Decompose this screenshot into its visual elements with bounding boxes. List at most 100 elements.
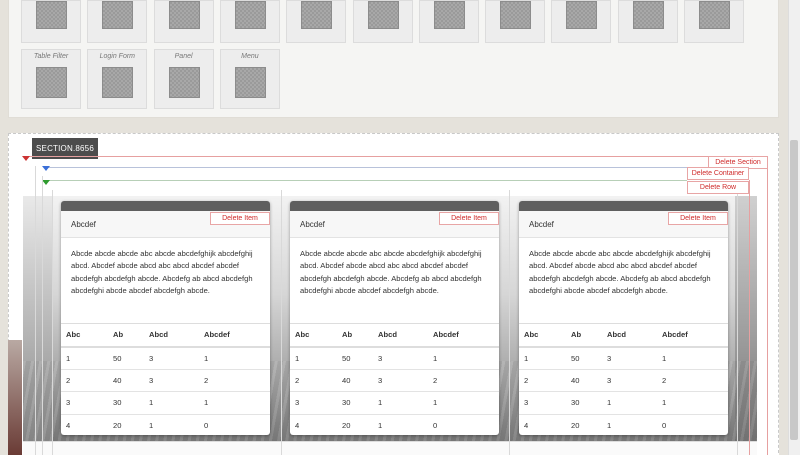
table-cell: 1 [428, 346, 499, 370]
palette-tile[interactable] [153, 0, 214, 43]
table-cell: 20 [337, 414, 373, 435]
palette-tile[interactable] [87, 0, 148, 43]
palette-tile-label: Panel [174, 53, 193, 60]
scrollbar[interactable] [788, 0, 800, 455]
table-row: 2 40 3 2 [290, 369, 499, 392]
table-cell: 3 [144, 346, 199, 370]
table-cell: 1 [657, 346, 728, 370]
table-row: 2 40 3 2 [61, 369, 270, 392]
table-cell: 0 [657, 414, 728, 435]
palette-tile[interactable] [551, 0, 612, 43]
card-body-text: Abcde abcde abcde abc abcde abcdefghijk … [71, 249, 253, 296]
table-cell: 1 [144, 414, 199, 435]
table-header-cell: Abc [519, 323, 566, 348]
table-cell: 30 [337, 391, 373, 415]
scrollbar-thumb[interactable] [790, 140, 798, 440]
component-thumbnail-icon [632, 1, 664, 29]
component-thumbnail-icon [234, 67, 266, 98]
table-cell: 1 [290, 346, 337, 370]
component-thumbnail-icon [699, 1, 730, 29]
palette-tile[interactable] [219, 0, 280, 43]
component-thumbnail-icon [102, 67, 134, 98]
component-thumbnail-icon [36, 1, 67, 29]
background-image-right-edge [735, 196, 757, 441]
table-row: 4 20 1 0 [290, 414, 499, 435]
table-cell: 3 [373, 369, 428, 392]
table-header-cell: Abcd [144, 323, 199, 348]
section-edge-decoration [8, 340, 22, 455]
palette-tile-label: Login Form [99, 53, 135, 60]
card-table: Abc Ab Abcd Abcdef 1 50 3 1 2 40 3 2 3 30 1 1 4 20 1 0 [290, 323, 499, 435]
table-header-cell: Abcd [602, 323, 657, 348]
table-row: 1 50 3 1 [290, 346, 499, 370]
component-thumbnail-icon [102, 1, 134, 29]
component-thumbnail-icon [36, 67, 67, 98]
table-cell: 1 [373, 414, 428, 435]
card-body-text: Abcde abcde abcde abc abcde abcdefghijk … [529, 249, 711, 296]
table-cell: 40 [108, 369, 144, 392]
table-cell: 20 [566, 414, 602, 435]
table-header-row: Abc Ab Abcd Abcdef [61, 323, 270, 348]
delete-item-button[interactable]: Delete Item [210, 212, 270, 225]
palette-tile[interactable] [286, 0, 347, 43]
palette-tile[interactable] [485, 0, 546, 43]
palette-tile[interactable]: Login Form [87, 49, 148, 109]
table-cell: 40 [566, 369, 602, 392]
section-bottom-strip [23, 441, 757, 455]
table-cell: 1 [199, 346, 270, 370]
table-cell: 3 [61, 391, 108, 415]
palette-tile[interactable] [418, 0, 479, 43]
card-header-bar [519, 201, 728, 211]
component-thumbnail-icon [168, 1, 200, 29]
table-cell: 2 [519, 369, 566, 392]
table-header-row: Abc Ab Abcd Abcdef [519, 323, 728, 348]
table-cell: 4 [519, 414, 566, 435]
section-outer-right-line [767, 168, 768, 455]
table-row: 4 20 1 0 [519, 414, 728, 435]
table-cell: 30 [566, 391, 602, 415]
table-cell: 50 [108, 346, 144, 370]
table-row: 1 50 3 1 [519, 346, 728, 370]
palette-tile[interactable] [617, 0, 678, 43]
column-line-1 [52, 190, 53, 455]
table-cell: 0 [428, 414, 499, 435]
column-line-3 [509, 190, 510, 455]
palette-tile[interactable]: Table Filter [21, 49, 81, 109]
table-cell: 0 [199, 414, 270, 435]
content-card[interactable]: Abcdef Abcde abcde abcde abc abcde abcdef… [61, 201, 270, 435]
delete-container-button[interactable]: Delete Container [687, 167, 749, 180]
section-marker-icon [22, 156, 30, 161]
table-row: 2 40 3 2 [519, 369, 728, 392]
table-cell: 50 [337, 346, 373, 370]
table-cell: 2 [290, 369, 337, 392]
table-cell: 2 [657, 369, 728, 392]
table-cell: 3 [519, 391, 566, 415]
palette-tile[interactable] [684, 0, 744, 43]
table-header-cell: Abcdef [199, 323, 270, 348]
table-cell: 4 [61, 414, 108, 435]
section-right-edge-line [749, 180, 750, 455]
delete-item-button[interactable]: Delete Item [668, 212, 728, 225]
content-card[interactable]: Abcdef Abcde abcde abcde abc abcde abcdef… [290, 201, 499, 435]
table-cell: 1 [373, 391, 428, 415]
table-header-cell: Abc [61, 323, 108, 348]
section-guide-line [26, 156, 710, 157]
table-header-cell: Abcd [373, 323, 428, 348]
table-row: 3 30 1 1 [519, 391, 728, 415]
delete-item-button[interactable]: Delete Item [439, 212, 499, 225]
palette-tile[interactable]: Menu [219, 49, 280, 109]
table-header-cell: Ab [337, 323, 373, 348]
table-header-row: Abc Ab Abcd Abcdef [290, 323, 499, 348]
card-body-text: Abcde abcde abcde abc abcde abcdefghijk … [300, 249, 482, 296]
delete-row-button[interactable]: Delete Row [687, 181, 749, 194]
table-cell: 3 [602, 346, 657, 370]
palette-tile[interactable] [21, 0, 81, 43]
container-left-edge-line [42, 176, 43, 455]
table-cell: 30 [108, 391, 144, 415]
content-card[interactable]: Abcdef Abcde abcde abcde abc abcde abcdef… [519, 201, 728, 435]
table-cell: 20 [108, 414, 144, 435]
table-cell: 1 [61, 346, 108, 370]
palette-tile[interactable] [352, 0, 413, 43]
palette-tile[interactable]: Panel [153, 49, 214, 109]
table-cell: 3 [373, 346, 428, 370]
